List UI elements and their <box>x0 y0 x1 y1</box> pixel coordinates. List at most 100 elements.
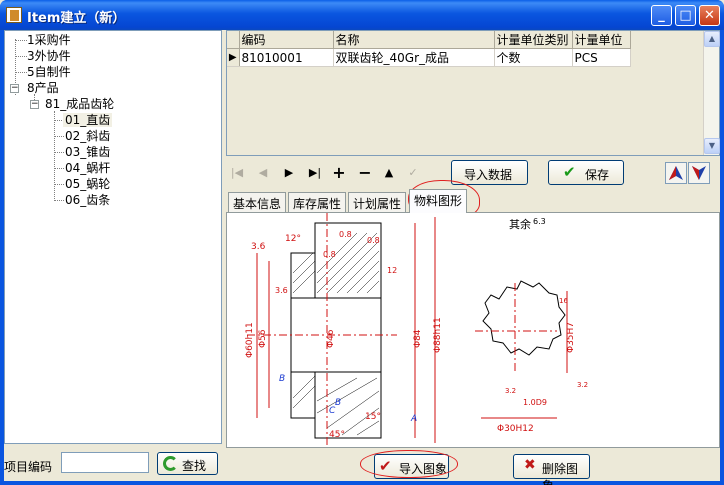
tree-line <box>54 200 64 201</box>
window-title: Item建立（新） <box>27 11 126 26</box>
tab-inventory[interactable]: 库存属性 <box>288 192 347 212</box>
dim-label: 15° <box>365 412 381 422</box>
tree-line <box>54 184 64 185</box>
tree-item-purchase[interactable]: 1采购件 <box>27 33 71 47</box>
import-data-button[interactable]: 导入数据 <box>451 160 528 185</box>
tree-item-finished-gear[interactable]: 81_成品齿轮 <box>45 97 114 111</box>
delete-record-icon[interactable]: − <box>354 162 376 184</box>
tree-line <box>54 111 55 201</box>
table-cell[interactable]: PCS <box>572 48 631 67</box>
check-icon: ✔ <box>563 163 576 181</box>
dim-label: 0.8 <box>339 230 352 239</box>
dim-label: 16 <box>559 297 568 305</box>
dim-label: 12 <box>387 266 397 275</box>
app-window: Item建立（新） _ □ ✕ 1采购件 3外协件 5自制件 − 8产品 − 8… <box>0 0 724 485</box>
row-indicator-header <box>227 31 240 49</box>
datum-label: B <box>279 374 285 384</box>
first-record-icon[interactable]: |◀ <box>226 162 248 184</box>
search-button-label: 查找 <box>182 459 207 473</box>
refresh-icon <box>163 456 178 471</box>
row-pointer-icon: ▶ <box>227 48 240 67</box>
table-cell[interactable]: 81010001 <box>239 48 334 67</box>
column-header[interactable]: 编码 <box>239 31 334 49</box>
graphic-panel: 其余 6.3 3.6 12° 0.8 0.8 0.8 12 3.6 Φ60h11… <box>226 212 720 448</box>
roughness-note: 其余 <box>509 217 531 231</box>
title-bar[interactable]: Item建立（新） _ □ ✕ <box>0 0 724 30</box>
item-table: 编码 名称 计量单位类别 计量单位 ▶ 81010001 双联齿轮_40Gr_成… <box>227 31 631 67</box>
tree-item-worm[interactable]: 04_蜗杆 <box>65 161 110 175</box>
dim-label: 0.8 <box>367 236 380 245</box>
search-button[interactable]: 查找 <box>157 452 218 475</box>
prior-record-icon[interactable]: ◀ <box>252 162 274 184</box>
dim-label: Φ84 <box>413 329 423 348</box>
tree-item-selfmade[interactable]: 5自制件 <box>27 65 71 79</box>
tree-item-spur[interactable]: 01_直齿 <box>63 113 113 127</box>
dim-label: 3.2 <box>505 387 516 395</box>
roughness-value: 6.3 <box>533 217 546 226</box>
next-record-icon[interactable]: ▶ <box>278 162 300 184</box>
tree-item-rack[interactable]: 06_齿条 <box>65 193 110 207</box>
dim-label: 45° <box>329 430 345 440</box>
tab-basic-info[interactable]: 基本信息 <box>228 192 287 212</box>
close-button[interactable]: ✕ <box>699 5 720 26</box>
delete-image-button[interactable]: ✖ 删除图象 <box>513 454 590 485</box>
table-row[interactable]: ▶ 81010001 双联齿轮_40Gr_成品 个数 PCS <box>227 48 631 67</box>
tree-item-worm-wheel[interactable]: 05_蜗轮 <box>65 177 110 191</box>
post-record-icon[interactable]: ✓ <box>402 162 424 184</box>
tree-item-outsourced[interactable]: 3外协件 <box>27 49 71 63</box>
column-header[interactable]: 计量单位 <box>572 31 631 49</box>
save-button[interactable]: ✔ 保存 <box>548 160 624 185</box>
dim-label: Φ35H7 <box>566 322 576 353</box>
move-up-icon[interactable] <box>665 162 687 184</box>
maximize-button[interactable]: □ <box>675 5 696 26</box>
gear-drawing: 其余 6.3 3.6 12° 0.8 0.8 0.8 12 3.6 Φ60h11… <box>245 213 588 447</box>
last-record-icon[interactable]: ▶| <box>304 162 326 184</box>
dim-label: 3.6 <box>275 286 288 295</box>
category-tree[interactable]: 1采购件 3外协件 5自制件 − 8产品 − 81_成品齿轮 01_直齿 02_… <box>4 30 222 444</box>
dim-label: Φ30H12 <box>497 424 534 434</box>
dim-label: Φ60h11 <box>245 322 255 358</box>
tab-planning[interactable]: 计划属性 <box>348 192 407 212</box>
delete-icon: ✖ <box>524 457 536 473</box>
datum-label: B <box>335 398 341 408</box>
dim-label: 12° <box>285 234 301 244</box>
tree-line <box>15 40 27 41</box>
item-code-input[interactable] <box>61 452 149 473</box>
column-header[interactable]: 计量单位类别 <box>494 31 573 49</box>
delete-image-label: 删除图象 <box>542 462 579 485</box>
edit-record-icon[interactable]: ▲ <box>378 162 400 184</box>
tree-item-product[interactable]: 8产品 <box>27 81 59 95</box>
import-data-label: 导入数据 <box>464 168 513 182</box>
dim-label: 0.8 <box>323 250 336 259</box>
save-label: 保存 <box>585 168 610 182</box>
move-down-icon[interactable] <box>688 162 710 184</box>
tree-line <box>54 168 64 169</box>
dim-label: Φ88h11 <box>433 317 443 353</box>
datum-label: A <box>410 414 417 424</box>
dim-label: Φ46 <box>326 329 336 348</box>
table-cell[interactable]: 双联齿轮_40Gr_成品 <box>333 48 495 67</box>
tree-line <box>15 72 27 73</box>
table-cell[interactable]: 个数 <box>494 48 573 67</box>
insert-record-icon[interactable]: + <box>328 162 350 184</box>
column-header[interactable]: 名称 <box>333 31 495 49</box>
tree-item-bevel[interactable]: 03_锥齿 <box>65 145 110 159</box>
scroll-up-icon[interactable]: ▲ <box>704 31 720 47</box>
dim-label: Φ56 <box>258 329 268 348</box>
scroll-down-icon[interactable]: ▼ <box>704 138 720 154</box>
item-code-label: 项目编码 <box>4 460 53 474</box>
item-grid[interactable]: 编码 名称 计量单位类别 计量单位 ▶ 81010001 双联齿轮_40Gr_成… <box>226 30 720 156</box>
tree-line <box>54 152 64 153</box>
tab-material-graphic[interactable]: 物料图形 <box>409 189 468 213</box>
window-client: 1采购件 3外协件 5自制件 − 8产品 − 81_成品齿轮 01_直齿 02_… <box>4 30 720 485</box>
tree-item-helical[interactable]: 02_斜齿 <box>65 129 110 143</box>
highlight-circle <box>360 450 458 478</box>
minimize-button[interactable]: _ <box>651 5 672 26</box>
collapse-icon[interactable]: − <box>30 100 39 109</box>
dim-label: 1.0D9 <box>523 398 547 407</box>
tree-line <box>54 136 64 137</box>
datum-label: C <box>329 406 336 416</box>
collapse-icon[interactable]: − <box>10 84 19 93</box>
dim-label: 3.6 <box>251 242 266 252</box>
vertical-scrollbar[interactable]: ▲ ▼ <box>703 31 720 155</box>
